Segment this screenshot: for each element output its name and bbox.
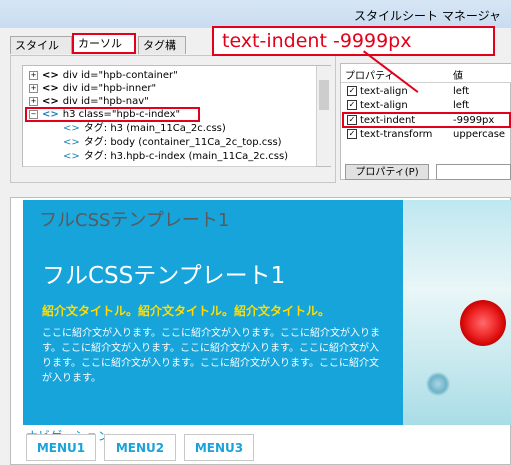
- selected-node-highlight: [25, 107, 200, 122]
- tab-tag-structure[interactable]: タグ構造: [138, 36, 186, 70]
- tree-horizontal-scrollbar[interactable]: [23, 166, 316, 181]
- property-value-input[interactable]: [436, 164, 511, 180]
- window-title: スタイルシート マネージャ: [354, 9, 501, 23]
- photo-blue-object: [426, 372, 450, 396]
- checkbox[interactable]: ✓: [347, 86, 357, 96]
- intro-title: 紹介文タイトル。紹介文タイトル。紹介文タイトル。: [42, 304, 331, 318]
- code-icon: <>: [42, 83, 59, 94]
- menu3-button[interactable]: MENU3: [184, 434, 254, 461]
- tree-leaf[interactable]: <> タグ: h3.hpb-c-index (main_11Ca_2c.css): [63, 151, 288, 163]
- property-row[interactable]: ✓ text-align left: [347, 85, 469, 98]
- expand-icon[interactable]: +: [29, 70, 38, 80]
- property-button[interactable]: プロパティ(P): [345, 164, 429, 180]
- tag-icon: <>: [63, 151, 80, 162]
- hero-heading: フルCSSテンプレート1: [42, 263, 286, 289]
- photo-red-object: [460, 300, 506, 346]
- code-icon: <>: [42, 70, 59, 81]
- property-row[interactable]: ✓ text-align left: [347, 99, 469, 112]
- tab-style-structure[interactable]: スタイル構成: [10, 36, 72, 70]
- selected-property-highlight: [342, 112, 511, 128]
- value-column-header: 値: [453, 71, 463, 82]
- tree-node[interactable]: + <> div id="hpb-inner": [29, 83, 156, 95]
- intro-paragraph: ここに紹介文が入ります。ここに紹介文が入ります。ここに紹介文が入ります。ここに紹…: [42, 328, 380, 384]
- menu2-button[interactable]: MENU2: [104, 434, 176, 461]
- tree-node[interactable]: + <> div id="hpb-container": [29, 70, 178, 82]
- tag-icon: <>: [63, 137, 80, 148]
- tree-leaf[interactable]: <> タグ: h3 (main_11Ca_2c.css): [63, 123, 226, 135]
- menu1-button[interactable]: MENU1: [26, 434, 96, 461]
- property-row[interactable]: ✓ text-transform uppercase: [347, 128, 505, 141]
- expand-icon[interactable]: +: [29, 96, 38, 106]
- property-table-header: プロパティ 値: [341, 64, 511, 83]
- callout-label: text-indent -9999px: [212, 26, 495, 56]
- tree-leaf[interactable]: <> タグ: body (container_11Ca_2c_top.css): [63, 137, 282, 149]
- checkbox[interactable]: ✓: [347, 100, 357, 110]
- tab-cursor-position[interactable]: カーソル位置: [72, 33, 136, 68]
- tag-icon: <>: [63, 123, 80, 134]
- expand-icon[interactable]: +: [29, 83, 38, 93]
- checkbox[interactable]: ✓: [347, 129, 357, 139]
- scroll-thumb[interactable]: [319, 80, 329, 110]
- plain-heading: フルCSSテンプレート1: [39, 210, 230, 231]
- tree-vertical-scrollbar[interactable]: [316, 66, 331, 166]
